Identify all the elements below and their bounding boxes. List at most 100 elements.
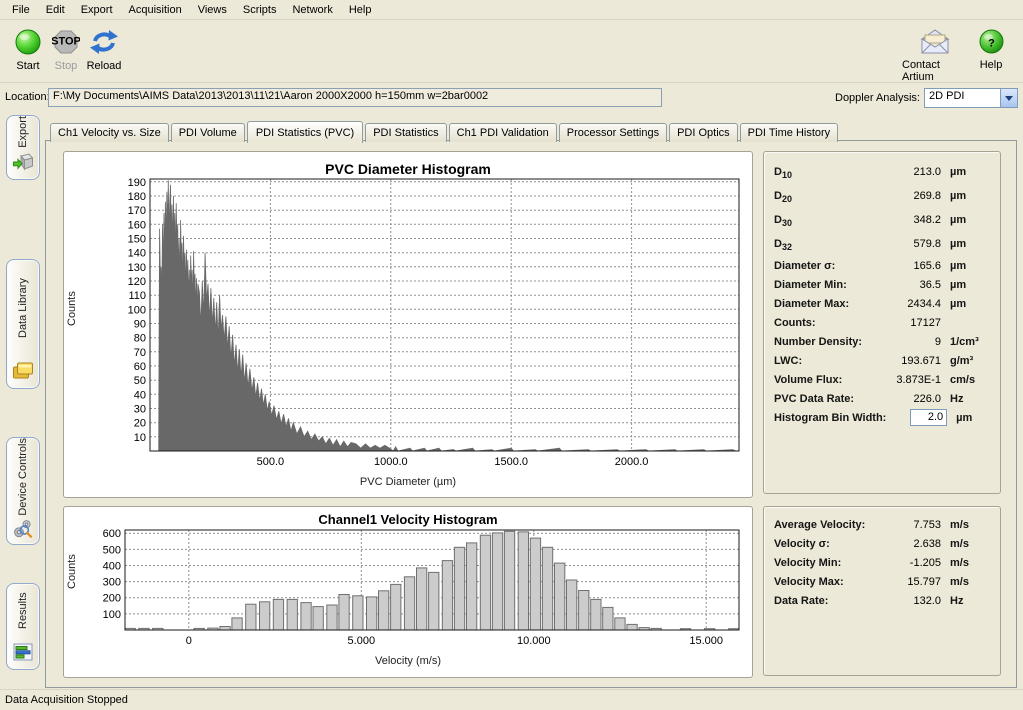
stat-unit: µm — [941, 298, 990, 310]
velocity-histogram-panel: 10020030040050060005.00010.00015.000 Cha… — [63, 506, 753, 678]
svg-text:190: 190 — [128, 177, 146, 189]
contact-artium-label: Contact Artium — [902, 59, 968, 83]
svg-text:300: 300 — [103, 577, 121, 589]
menu-items: FileEditExportAcquisitionViewsScriptsNet… — [4, 2, 379, 18]
location-row: Location: F:\My Documents\AIMS Data\2013… — [0, 83, 1023, 112]
location-field[interactable]: F:\My Documents\AIMS Data\2013\2013\11\2… — [48, 88, 662, 107]
svg-text:10: 10 — [134, 432, 146, 444]
menu-item[interactable]: Network — [284, 2, 340, 18]
stat-row: D20 269.8 µm — [774, 184, 990, 208]
menu-bar: FileEditExportAcquisitionViewsScriptsNet… — [0, 0, 1023, 20]
velocity-statistics-panel: Average Velocity: 7.753 m/s Velocity σ: … — [763, 506, 1001, 676]
contact-artium-button[interactable]: Contact Artium — [902, 28, 968, 83]
sidebar-button-label: Export — [17, 116, 29, 148]
svg-text:100: 100 — [103, 609, 121, 621]
svg-text:170: 170 — [128, 205, 146, 217]
stat-value: -1.205 — [879, 557, 941, 569]
stop-label: Stop — [55, 60, 78, 72]
stat-row: Diameter Max: 2434.4 µm — [774, 294, 990, 313]
stat-row: Number Density: 9 1/cm³ — [774, 332, 990, 351]
svg-text:5.000: 5.000 — [348, 635, 376, 647]
stat-unit: cm/s — [941, 374, 990, 386]
stat-label: Diameter Max: — [774, 298, 879, 310]
doppler-analysis-label: Doppler Analysis: — [835, 92, 920, 104]
svg-text:100: 100 — [128, 304, 146, 316]
reload-icon — [89, 28, 119, 56]
tab[interactable]: PDI Volume — [171, 123, 245, 142]
tab[interactable]: Processor Settings — [559, 123, 667, 142]
stat-label: Diameter Min: — [774, 279, 879, 291]
stat-unit: Hz — [941, 393, 990, 405]
x-axis-label: Velocity (m/s) — [64, 655, 752, 667]
stat-label: PVC Data Rate: — [774, 393, 879, 405]
svg-text:200: 200 — [103, 593, 121, 605]
stat-label: Diameter σ: — [774, 260, 879, 272]
stat-unit: 1/cm³ — [941, 336, 990, 348]
sidebar-button-icon — [11, 518, 35, 539]
stat-unit: µm — [941, 279, 990, 291]
svg-text:50: 50 — [134, 375, 146, 387]
tab[interactable]: Ch1 Velocity vs. Size — [50, 123, 169, 142]
menu-item[interactable]: Scripts — [235, 2, 285, 18]
dropdown-button[interactable] — [1000, 89, 1017, 107]
stat-unit: m/s — [941, 576, 990, 588]
histogram-bin-width-input[interactable]: 2.0 — [910, 409, 947, 426]
tab[interactable]: PDI Optics — [669, 123, 738, 142]
menu-item[interactable]: Edit — [38, 2, 73, 18]
svg-text:1000.0: 1000.0 — [374, 456, 408, 468]
stat-row: PVC Data Rate: 226.0 Hz — [774, 389, 990, 408]
svg-text:80: 80 — [134, 333, 146, 345]
stat-value: 36.5 — [879, 279, 941, 291]
svg-text:0: 0 — [186, 635, 192, 647]
menu-item[interactable]: Export — [73, 2, 121, 18]
stat-unit: m/s — [941, 538, 990, 550]
svg-text:500.0: 500.0 — [257, 456, 285, 468]
stat-unit: m/s — [941, 519, 990, 531]
stat-value: 226.0 — [879, 393, 941, 405]
stat-row: Histogram Bin Width: 2.0 µm — [774, 408, 990, 427]
stat-label: Data Rate: — [774, 595, 879, 607]
stat-unit: m/s — [941, 557, 990, 569]
svg-text:70: 70 — [134, 347, 146, 359]
sidebar-button[interactable]: Data Library — [6, 259, 40, 389]
tab[interactable]: Ch1 PDI Validation — [449, 123, 557, 142]
stat-row: Velocity Max: 15.797 m/s — [774, 572, 990, 591]
help-button[interactable]: ? Help — [968, 28, 1014, 71]
menu-item[interactable]: Views — [190, 2, 235, 18]
svg-text:?: ? — [988, 38, 995, 50]
tab[interactable]: PDI Time History — [740, 123, 839, 142]
stat-unit: µm — [947, 412, 990, 424]
sidebar-button[interactable]: Device Controls — [6, 437, 40, 545]
stat-label: LWC: — [774, 355, 879, 367]
reload-button[interactable]: Reload — [78, 28, 130, 72]
tab[interactable]: PDI Statistics — [365, 123, 446, 142]
menu-item[interactable]: Acquisition — [121, 2, 190, 18]
sidebar-button-label: Results — [17, 584, 29, 638]
tab[interactable]: PDI Statistics (PVC) — [247, 121, 363, 143]
x-axis-label: PVC Diameter (µm) — [64, 476, 752, 488]
stat-row: Velocity Min: -1.205 m/s — [774, 553, 990, 572]
svg-text:2000.0: 2000.0 — [615, 456, 649, 468]
doppler-analysis-select[interactable]: 2D PDI — [924, 88, 1018, 108]
svg-text:600: 600 — [103, 528, 121, 540]
menu-item[interactable]: File — [4, 2, 38, 18]
stat-value: 213.0 — [879, 166, 941, 178]
svg-text:STOP: STOP — [52, 36, 80, 48]
help-label: Help — [980, 59, 1003, 71]
stat-value: 193.671 — [879, 355, 941, 367]
stat-unit: g/m³ — [941, 355, 990, 367]
stat-label: Velocity σ: — [774, 538, 879, 550]
stat-unit: µm — [941, 190, 990, 202]
sidebar-button[interactable]: Export — [6, 115, 40, 180]
velocity-histogram-plot: 10020030040050060005.00010.00015.000 — [64, 507, 752, 677]
svg-text:1500.0: 1500.0 — [494, 456, 528, 468]
stat-row: Counts: 17127 — [774, 313, 990, 332]
reload-label: Reload — [87, 60, 122, 72]
svg-text:60: 60 — [134, 361, 146, 373]
stat-value: 579.8 — [879, 238, 941, 250]
svg-text:15.000: 15.000 — [689, 635, 723, 647]
stat-row: Volume Flux: 3.873E-1 cm/s — [774, 370, 990, 389]
menu-item[interactable]: Help — [341, 2, 380, 18]
sidebar-button[interactable]: Results — [6, 583, 40, 670]
stat-row: D10 213.0 µm — [774, 160, 990, 184]
